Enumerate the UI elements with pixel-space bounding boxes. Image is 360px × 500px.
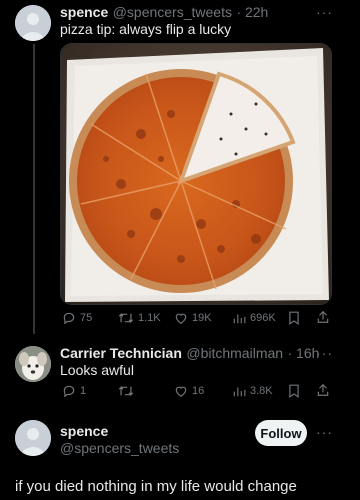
view-count: 696K [250, 312, 276, 324]
author-handle[interactable]: @spencers_tweets [113, 4, 232, 20]
heart-icon [175, 386, 187, 397]
like-count: 19K [192, 312, 212, 324]
more-options-icon[interactable]: ··· [316, 424, 333, 440]
views-button[interactable]: 3.8K [232, 384, 273, 398]
views-icon [233, 387, 246, 397]
reply-button[interactable]: 1 [62, 384, 86, 398]
profile-name[interactable]: spence [60, 423, 108, 439]
bookmark-button[interactable] [288, 384, 300, 398]
like-count: 16 [192, 385, 205, 397]
reply-count: 1 [80, 385, 87, 397]
views-icon [233, 314, 246, 324]
timestamp[interactable]: · 22h [236, 4, 268, 20]
reply-count: 75 [80, 312, 93, 324]
retweet-icon [118, 385, 134, 397]
author-name[interactable]: Carrier Technician [60, 345, 182, 361]
share-icon [317, 310, 329, 323]
retweet-count: 1.1K [138, 312, 161, 324]
more-options-icon[interactable]: ··· [316, 4, 333, 20]
author-handle[interactable]: @bitchmailman [186, 345, 283, 361]
default-avatar-icon [15, 5, 51, 41]
share-button[interactable] [316, 383, 330, 397]
follow-button[interactable]: Follow [255, 420, 307, 446]
default-avatar-icon [15, 420, 51, 456]
bookmark-button[interactable] [288, 311, 300, 325]
retweet-button[interactable]: 1.1K [118, 311, 161, 325]
dog-avatar-icon [15, 346, 51, 382]
tweet-header: spence @spencers_tweets · 22h [60, 4, 268, 22]
thread-line [33, 44, 35, 334]
heart-icon [175, 313, 187, 324]
share-icon [317, 383, 329, 396]
like-button[interactable]: 19K [174, 311, 212, 325]
bookmark-icon [289, 311, 299, 325]
timestamp[interactable]: · 16h [288, 345, 320, 361]
avatar[interactable] [15, 5, 51, 41]
tweet-image[interactable] [60, 43, 332, 305]
reply-icon [63, 312, 75, 325]
more-options-icon[interactable]: ··· [316, 345, 333, 361]
reply-text: Looks awful [60, 362, 134, 378]
retweet-button[interactable] [118, 384, 134, 398]
avatar[interactable] [15, 420, 51, 456]
profile-handle[interactable]: @spencers_tweets [60, 440, 179, 456]
views-button[interactable]: 696K [232, 311, 276, 325]
author-name[interactable]: spence [60, 4, 108, 20]
like-button[interactable]: 16 [174, 384, 204, 398]
reply-icon [63, 385, 75, 398]
reply-button[interactable]: 75 [62, 311, 92, 325]
share-button[interactable] [316, 310, 330, 324]
tweet-text: pizza tip: always flip a lucky [60, 21, 232, 37]
bookmark-icon [289, 384, 299, 398]
avatar[interactable] [15, 346, 51, 382]
profile-tweet-text: if you died nothing in my life would cha… [15, 478, 297, 495]
retweet-icon [118, 312, 134, 324]
reply-header: Carrier Technician @bitchmailman · 16h [60, 345, 319, 363]
pizza-photo [61, 44, 331, 304]
view-count: 3.8K [250, 385, 273, 397]
